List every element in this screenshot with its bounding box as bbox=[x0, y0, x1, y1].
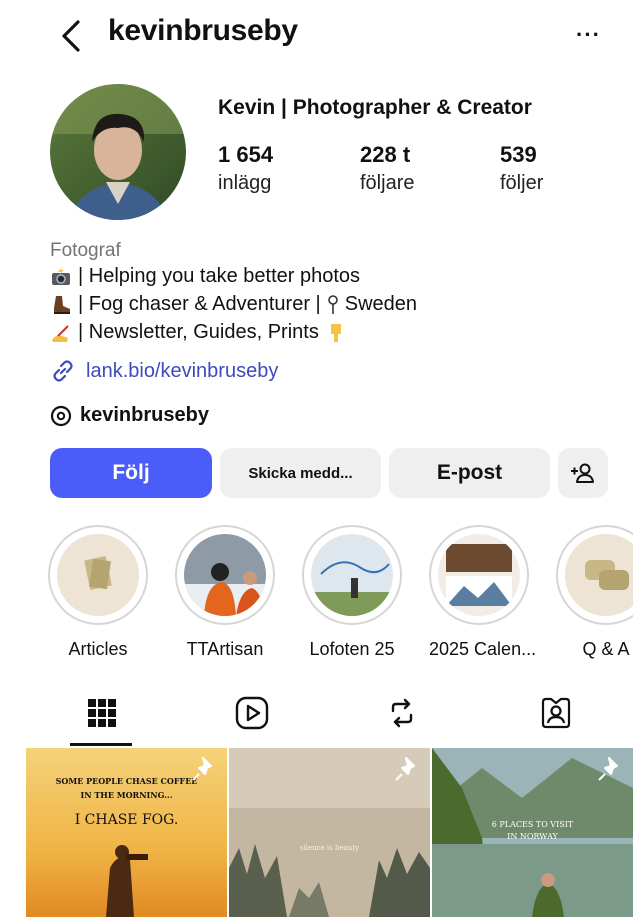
tab-tagged[interactable] bbox=[524, 688, 588, 738]
highlight-cover bbox=[184, 534, 266, 616]
post-caption-line: IN NORWAY bbox=[507, 832, 558, 841]
highlight-qa[interactable]: Q & A bbox=[556, 525, 633, 660]
post-thumbnail[interactable]: SOME PEOPLE CHASE COFFEE IN THE MORNING.… bbox=[26, 748, 227, 917]
grid-icon bbox=[88, 699, 116, 727]
threads-icon bbox=[50, 405, 72, 426]
highlight-calendar[interactable]: 2025 Calen... bbox=[429, 525, 537, 660]
bio-location-text: Sweden bbox=[344, 293, 418, 315]
bio-line-1-text: | Helping you take better photos bbox=[78, 265, 361, 287]
threads-badge[interactable]: kevinbruseby bbox=[50, 404, 209, 427]
profile-username: kevinbruseby bbox=[108, 14, 298, 47]
tagged-icon bbox=[541, 697, 571, 729]
following-count[interactable]: 539 följer bbox=[500, 142, 543, 195]
post-thumbnail[interactable]: 6 PLACES TO VISIT IN NORWAY bbox=[432, 748, 633, 917]
pointing-down-icon bbox=[330, 323, 341, 342]
highlight-cover bbox=[311, 534, 393, 616]
more-options-icon[interactable]: ··· bbox=[576, 22, 601, 48]
post-caption-main: silence is beauty bbox=[299, 844, 360, 852]
writing-hand-icon bbox=[52, 324, 69, 342]
highlight-ttartisan[interactable]: TTArtisan bbox=[175, 525, 275, 660]
post-caption-line: 6 PLACES TO VISIT bbox=[491, 820, 574, 829]
post-caption-line: IN THE MORNING... bbox=[80, 790, 173, 800]
back-chevron-icon[interactable] bbox=[56, 18, 86, 54]
pinned-icon bbox=[192, 757, 212, 781]
bio-line-3: | Newsletter, Guides, Prints bbox=[50, 321, 347, 344]
threads-handle: kevinbruseby bbox=[80, 404, 209, 426]
camera-flash-icon bbox=[52, 266, 70, 285]
followers-count-label: följare bbox=[360, 172, 415, 194]
highlight-label: Q & A bbox=[582, 639, 630, 659]
posts-count[interactable]: 1 654 inlägg bbox=[218, 142, 273, 195]
highlight-ring[interactable] bbox=[48, 525, 148, 625]
pinned-icon bbox=[395, 757, 415, 781]
suggested-users-button[interactable] bbox=[558, 448, 608, 498]
highlight-cover bbox=[565, 534, 633, 616]
post-thumbnail[interactable]: silence is beauty bbox=[229, 748, 430, 917]
avatar[interactable] bbox=[50, 84, 186, 220]
follow-button[interactable]: Följ bbox=[50, 448, 212, 498]
highlight-lofoten[interactable]: Lofoten 25 bbox=[302, 525, 402, 660]
highlight-label: Lofoten 25 bbox=[309, 639, 395, 659]
highlight-cover bbox=[57, 534, 139, 616]
add-user-icon bbox=[571, 463, 594, 483]
tab-reels[interactable] bbox=[220, 688, 284, 738]
tab-reposts[interactable] bbox=[370, 688, 434, 738]
highlight-label: Articles bbox=[68, 639, 128, 659]
highlight-ring[interactable] bbox=[556, 525, 633, 625]
profile-link-text: lank.bio/kevinbruseby bbox=[86, 359, 279, 382]
tab-posts-grid[interactable] bbox=[70, 688, 134, 738]
profile-category: Fotograf bbox=[50, 240, 121, 261]
post-caption-main: I CHASE FOG. bbox=[74, 812, 179, 828]
highlight-ring[interactable] bbox=[429, 525, 529, 625]
reels-icon bbox=[235, 696, 269, 730]
profile-link[interactable]: lank.bio/kevinbruseby bbox=[50, 358, 278, 384]
highlight-articles[interactable]: Articles bbox=[48, 525, 148, 660]
highlight-label: 2025 Calen... bbox=[429, 639, 537, 659]
highlight-ring[interactable] bbox=[302, 525, 402, 625]
posts-count-value: 1 654 bbox=[218, 142, 274, 167]
highlight-ring[interactable] bbox=[175, 525, 275, 625]
bio-line-1: | Helping you take better photos bbox=[50, 265, 360, 288]
message-button[interactable]: Skicka medd... bbox=[220, 448, 381, 498]
followers-count[interactable]: 228 t följare bbox=[360, 142, 414, 195]
round-pushpin-icon bbox=[327, 294, 338, 314]
following-count-label: följer bbox=[500, 172, 544, 194]
following-count-value: 539 bbox=[500, 142, 537, 167]
bio-line-2: | Fog chaser & Adventurer | Sweden bbox=[50, 293, 417, 316]
reposts-icon bbox=[391, 698, 413, 728]
highlight-label: TTArtisan bbox=[186, 639, 264, 659]
highlight-cover bbox=[438, 534, 520, 616]
followers-count-value: 228 t bbox=[360, 142, 411, 167]
display-name: Kevin | Photographer & Creator bbox=[218, 96, 532, 119]
bio-line-3-text: | Newsletter, Guides, Prints bbox=[78, 321, 319, 343]
active-tab-indicator bbox=[70, 743, 132, 746]
link-icon bbox=[53, 360, 73, 382]
pinned-icon bbox=[598, 757, 618, 781]
email-button[interactable]: E-post bbox=[389, 448, 550, 498]
hiking-boot-icon bbox=[54, 295, 70, 314]
bio-line-2-text: | Fog chaser & Adventurer | bbox=[78, 293, 321, 315]
posts-count-label: inlägg bbox=[218, 172, 272, 194]
